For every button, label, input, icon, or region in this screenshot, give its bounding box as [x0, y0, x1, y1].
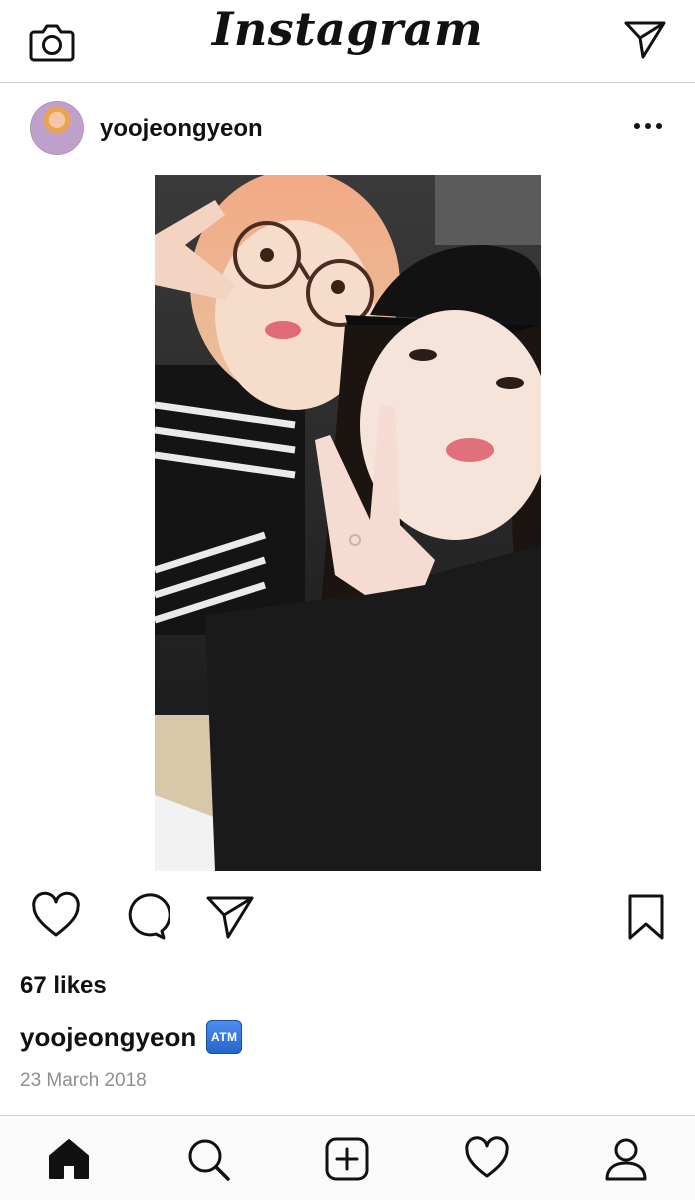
direct-message-icon[interactable] [623, 19, 667, 61]
more-options-icon[interactable] [633, 119, 663, 133]
search-icon[interactable] [185, 1136, 231, 1182]
add-post-icon[interactable] [324, 1136, 370, 1182]
post-username[interactable]: yoojeongyeon [100, 115, 263, 143]
bookmark-icon[interactable] [620, 891, 672, 943]
bottom-tab-bar [0, 1115, 695, 1200]
home-icon[interactable] [46, 1136, 92, 1182]
profile-icon[interactable] [603, 1136, 649, 1182]
activity-heart-icon[interactable] [464, 1136, 510, 1182]
atm-emoji: ATM [206, 1020, 243, 1054]
instagram-logo: Instagram [211, 2, 484, 56]
heart-icon[interactable] [30, 891, 82, 943]
post-date: 23 March 2018 [20, 1070, 147, 1091]
comment-icon[interactable] [118, 891, 170, 943]
share-icon[interactable] [204, 891, 256, 943]
post-actions [0, 885, 695, 947]
post-photo[interactable] [155, 175, 541, 871]
photo-illustration [155, 175, 541, 871]
top-bar: Instagram [0, 0, 695, 83]
instagram-post-screen: Instagram yoojeongyeon 67 likes yoojeong… [0, 0, 695, 1200]
caption: yoojeongyeon ATM [20, 1020, 243, 1054]
caption-username[interactable]: yoojeongyeon [20, 1022, 196, 1053]
likes-count[interactable]: 67 likes [20, 972, 107, 1000]
avatar[interactable] [30, 101, 84, 155]
post-header: yoojeongyeon [0, 83, 695, 175]
